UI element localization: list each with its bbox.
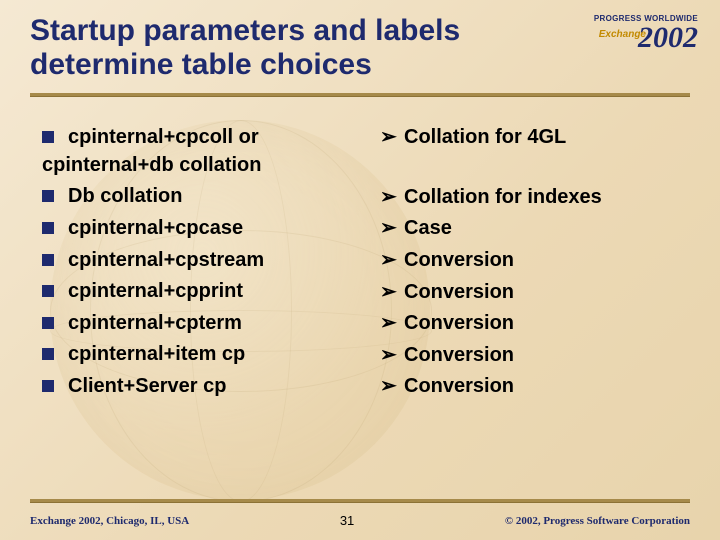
item-text: cpinternal+cpprint	[68, 278, 243, 306]
item-text: cpinternal+item cp	[68, 341, 245, 369]
item-text: Conversion	[404, 342, 514, 370]
footer: Exchange 2002, Chicago, IL, USA 31 © 200…	[30, 513, 690, 528]
item-text: Conversion	[404, 310, 514, 338]
arrow-bullet-icon: ➢	[380, 215, 398, 243]
square-bullet-icon	[42, 190, 54, 202]
square-bullet-icon	[42, 285, 54, 297]
item-text: cpinternal+cpstream	[68, 247, 264, 275]
list-item: cpinternal+cpcoll or cpinternal+db colla…	[42, 124, 372, 179]
left-column: cpinternal+cpcoll or cpinternal+db colla…	[42, 124, 372, 405]
item-text: cpinternal+cpcase	[68, 215, 243, 243]
list-item: ➢ Collation for indexes	[380, 184, 696, 212]
list-item: ➢ Conversion	[380, 342, 696, 370]
footer-rule	[30, 499, 690, 502]
list-item: cpinternal+cpprint	[42, 278, 372, 306]
item-text: Db collation	[68, 183, 182, 211]
footer-right: © 2002, Progress Software Corporation	[505, 515, 690, 527]
footer-left: Exchange 2002, Chicago, IL, USA	[30, 515, 189, 527]
logo-year: 2002	[638, 21, 698, 54]
arrow-bullet-icon: ➢	[380, 124, 398, 152]
list-item: ➢ Conversion	[380, 310, 696, 338]
item-text: cpinternal+cpcoll or	[68, 124, 259, 152]
square-bullet-icon	[42, 348, 54, 360]
list-item: ➢ Case	[380, 215, 696, 243]
item-text: Client+Server cp	[68, 373, 226, 401]
list-item: cpinternal+cpstream	[42, 247, 372, 275]
item-text: Conversion	[404, 247, 514, 275]
list-item: Client+Server cp	[42, 373, 372, 401]
page-number: 31	[340, 513, 354, 528]
arrow-bullet-icon: ➢	[380, 342, 398, 370]
item-text: Conversion	[404, 279, 514, 307]
item-text: Conversion	[404, 373, 514, 401]
list-item: ➢ Conversion	[380, 247, 696, 275]
content-columns: cpinternal+cpcoll or cpinternal+db colla…	[0, 96, 720, 405]
item-text: Collation for 4GL	[404, 124, 566, 152]
list-item: Db collation	[42, 183, 372, 211]
list-item: ➢ Conversion	[380, 279, 696, 307]
arrow-bullet-icon: ➢	[380, 279, 398, 307]
item-text-cont: cpinternal+db collation	[42, 152, 372, 180]
list-item: cpinternal+cpcase	[42, 215, 372, 243]
item-text: cpinternal+cpterm	[68, 310, 242, 338]
square-bullet-icon	[42, 317, 54, 329]
item-text: Case	[404, 215, 452, 243]
list-item: cpinternal+cpterm	[42, 310, 372, 338]
square-bullet-icon	[42, 222, 54, 234]
square-bullet-icon	[42, 254, 54, 266]
list-item: ➢ Collation for 4GL	[380, 124, 696, 152]
logo-exchange: Exchange	[599, 29, 646, 40]
arrow-bullet-icon: ➢	[380, 247, 398, 275]
list-item: ➢ Conversion	[380, 373, 696, 401]
square-bullet-icon	[42, 380, 54, 392]
arrow-bullet-icon: ➢	[380, 310, 398, 338]
conference-logo: PROGRESS WORLDWIDE Exchange 2002	[594, 14, 698, 53]
list-item: cpinternal+item cp	[42, 341, 372, 369]
arrow-bullet-icon: ➢	[380, 184, 398, 212]
square-bullet-icon	[42, 131, 54, 143]
item-text: Collation for indexes	[404, 184, 602, 212]
right-column: ➢ Collation for 4GL ➢ Collation for inde…	[372, 124, 696, 405]
arrow-bullet-icon: ➢	[380, 373, 398, 401]
